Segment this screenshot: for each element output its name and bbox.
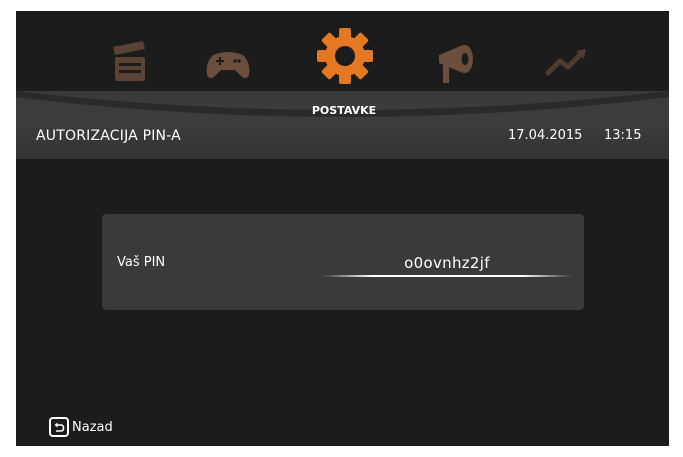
gear-icon[interactable]: [314, 25, 376, 87]
date-display: 17.04.2015: [508, 128, 583, 143]
back-button[interactable]: Nazad: [49, 417, 113, 437]
clapperboard-icon[interactable]: [101, 33, 159, 91]
pin-value-field[interactable]: o0ovnhz2jf: [322, 254, 572, 272]
megaphone-icon[interactable]: [427, 33, 485, 91]
time-display: 13:15: [604, 128, 642, 143]
gamepad-icon[interactable]: [199, 33, 257, 91]
tv-screen: POSTAVKE AUTORIZACIJA PIN-A 17.04.2015 1…: [16, 11, 669, 446]
page-title: AUTORIZACIJA PIN-A: [36, 128, 181, 144]
back-icon[interactable]: [49, 417, 69, 437]
pin-panel: Vaš PIN o0ovnhz2jf: [102, 214, 584, 310]
pin-underline: [322, 275, 572, 277]
nav-active-label: POSTAVKE: [311, 104, 377, 117]
pin-label: Vaš PIN: [117, 255, 166, 270]
back-label: Nazad: [72, 419, 113, 435]
trend-up-icon[interactable]: [540, 33, 598, 91]
